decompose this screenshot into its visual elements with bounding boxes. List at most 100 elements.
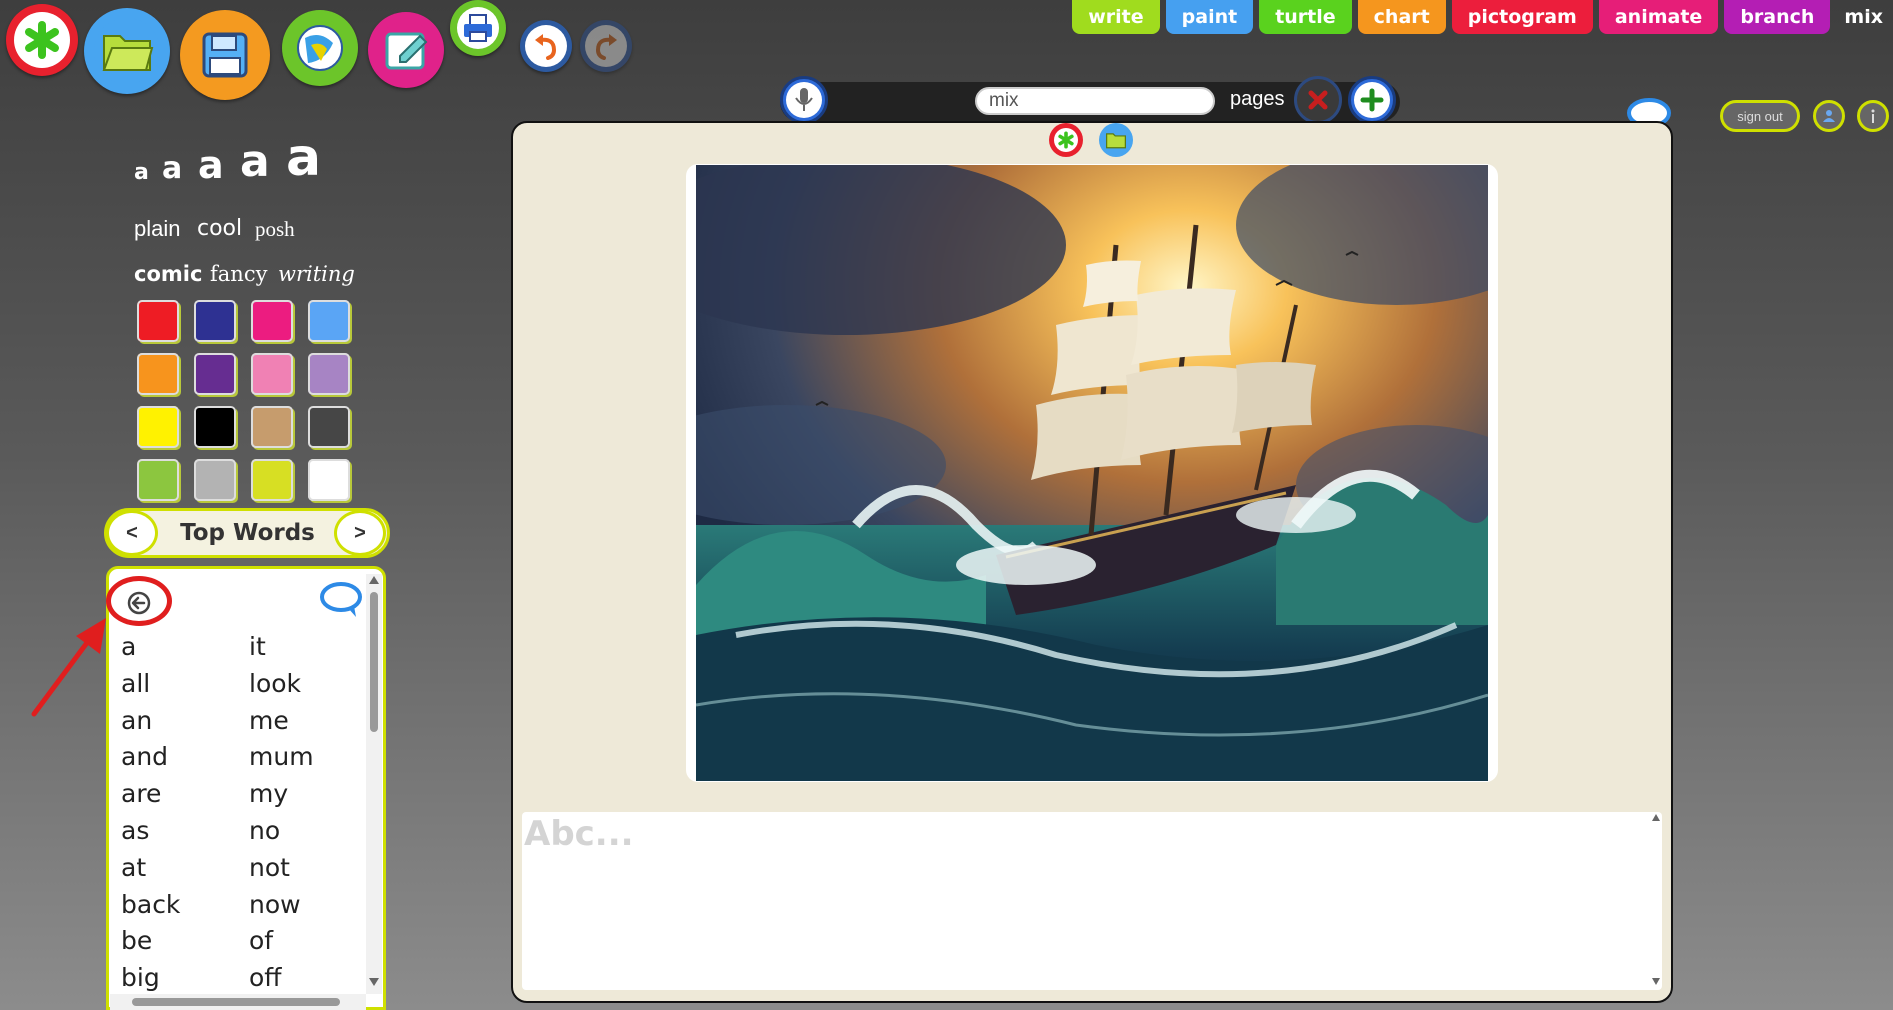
tab-mix[interactable]: mix: [1836, 0, 1893, 34]
word-item[interactable]: me: [249, 706, 289, 735]
plus-icon: [1360, 88, 1384, 112]
edit-button[interactable]: [368, 12, 444, 88]
word-item[interactable]: of: [249, 926, 273, 955]
color-swatch[interactable]: [137, 406, 179, 448]
annotation-arrow: [31, 618, 106, 717]
text-editor[interactable]: Abc...: [522, 812, 1662, 990]
word-item[interactable]: off: [249, 963, 282, 992]
color-swatch[interactable]: [308, 459, 350, 501]
floppy-disk-icon: [202, 32, 248, 78]
size-option-2[interactable]: a: [162, 154, 182, 184]
card-open-button[interactable]: [1099, 123, 1133, 157]
redo-icon: [595, 34, 617, 60]
word-item[interactable]: no: [249, 816, 280, 845]
tab-pictogram[interactable]: pictogram: [1451, 0, 1593, 34]
color-swatch[interactable]: [194, 406, 236, 448]
word-item[interactable]: big: [121, 963, 160, 992]
ship-illustration: [696, 165, 1488, 781]
font-cool[interactable]: cool: [197, 216, 242, 241]
font-posh[interactable]: posh: [255, 217, 295, 242]
asterisk-icon: [1058, 131, 1074, 149]
word-item[interactable]: not: [249, 853, 290, 882]
word-item[interactable]: all: [121, 669, 150, 698]
word-item[interactable]: now: [249, 890, 301, 919]
color-swatch[interactable]: [194, 459, 236, 501]
tab-animate[interactable]: animate: [1598, 0, 1719, 34]
word-item[interactable]: a: [121, 632, 136, 661]
color-swatch[interactable]: [251, 353, 293, 395]
font-comic[interactable]: comic: [134, 262, 202, 286]
tab-write[interactable]: write: [1072, 0, 1160, 34]
share-button[interactable]: [282, 10, 358, 86]
save-button[interactable]: [180, 10, 270, 100]
tab-chart[interactable]: chart: [1357, 0, 1446, 34]
folder-icon: [102, 35, 154, 71]
color-swatch[interactable]: [308, 300, 350, 342]
word-item[interactable]: back: [121, 890, 180, 919]
color-swatch[interactable]: [194, 300, 236, 342]
word-item[interactable]: look: [249, 669, 301, 698]
size-option-5[interactable]: a: [286, 132, 321, 184]
add-page-button[interactable]: [1348, 76, 1396, 124]
tab-turtle[interactable]: turtle: [1259, 0, 1352, 34]
font-plain[interactable]: plain: [134, 216, 180, 242]
asterisk-icon: [25, 21, 59, 59]
microphone-button[interactable]: [780, 76, 828, 124]
delete-page-button[interactable]: [1294, 76, 1342, 124]
speak-word-icon[interactable]: [318, 580, 364, 620]
tab-branch[interactable]: branch: [1724, 0, 1831, 34]
color-swatch[interactable]: [251, 406, 293, 448]
tab-paint[interactable]: paint: [1165, 0, 1254, 34]
ship-in-storm-image[interactable]: [696, 165, 1488, 781]
size-option-4[interactable]: a: [240, 140, 270, 184]
user-button[interactable]: [1813, 100, 1845, 132]
color-swatch[interactable]: [137, 459, 179, 501]
info-icon: [1871, 109, 1875, 123]
open-button[interactable]: [84, 8, 170, 94]
microphone-icon: [795, 88, 813, 111]
wordlist-prev-button[interactable]: <: [106, 510, 158, 556]
redo-button[interactable]: [580, 20, 632, 72]
card-new-button[interactable]: [1049, 123, 1083, 157]
word-item[interactable]: my: [249, 779, 288, 808]
wordlist-scrollbar[interactable]: [366, 574, 382, 994]
info-button[interactable]: [1857, 100, 1889, 132]
color-swatch[interactable]: [194, 353, 236, 395]
editor-scrollbar[interactable]: [1650, 812, 1662, 990]
color-swatch[interactable]: [137, 300, 179, 342]
color-swatch[interactable]: [251, 300, 293, 342]
word-item[interactable]: be: [121, 926, 152, 955]
word-item[interactable]: are: [121, 779, 161, 808]
word-item[interactable]: it: [249, 632, 266, 661]
wordlist-hscrollbar[interactable]: [110, 994, 366, 1010]
size-option-1[interactable]: a: [134, 162, 149, 184]
wordlist-title: Top Words: [180, 520, 315, 546]
edit-icon: [385, 32, 428, 70]
color-swatch[interactable]: [308, 406, 350, 448]
color-swatch[interactable]: [251, 459, 293, 501]
printer-icon: [464, 14, 492, 42]
color-swatch[interactable]: [137, 353, 179, 395]
user-icon: [1823, 110, 1835, 122]
wordlist-next-button[interactable]: >: [334, 510, 386, 556]
globe-icon: [297, 25, 343, 71]
undo-icon: [535, 34, 557, 60]
editor-placeholder: Abc...: [524, 814, 634, 854]
color-swatch[interactable]: [308, 353, 350, 395]
word-item[interactable]: mum: [249, 742, 314, 771]
word-item[interactable]: at: [121, 853, 146, 882]
word-item[interactable]: an: [121, 706, 152, 735]
word-item[interactable]: as: [121, 816, 149, 845]
undo-button[interactable]: [520, 20, 572, 72]
prev-label: <: [126, 521, 138, 544]
back-arrow-icon[interactable]: [126, 590, 152, 616]
size-option-3[interactable]: a: [198, 146, 224, 184]
font-writing[interactable]: writing: [278, 262, 355, 286]
print-button[interactable]: [450, 0, 506, 56]
new-button[interactable]: [6, 4, 78, 76]
sign-out-button[interactable]: sign out: [1720, 100, 1800, 132]
word-item[interactable]: and: [121, 742, 168, 771]
font-fancy[interactable]: fancy: [210, 262, 267, 286]
page-name-input[interactable]: [975, 87, 1215, 115]
next-label: >: [354, 521, 366, 544]
